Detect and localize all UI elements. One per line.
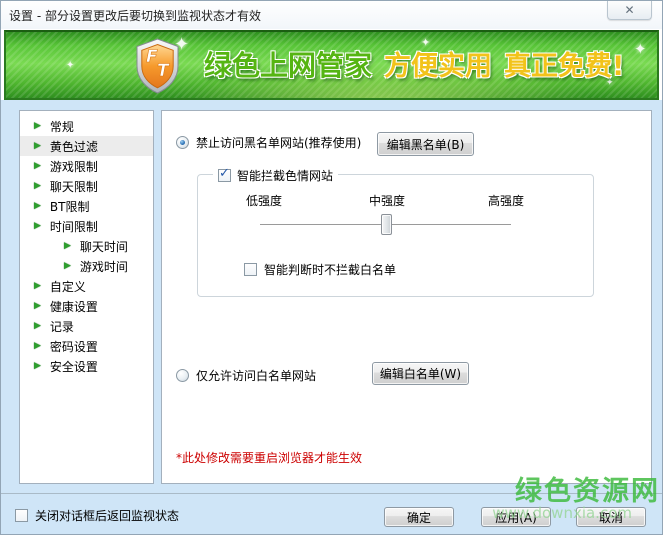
sidebar-item-health[interactable]: ▶ 健康设置: [20, 296, 153, 316]
edit-whitelist-button[interactable]: 编辑白名单(W): [372, 362, 469, 385]
sidebar-item-chat-limit[interactable]: ▶ 聊天限制: [20, 176, 153, 196]
logo-letter-t: T: [157, 61, 170, 81]
tree-arrow-icon: ▶: [34, 361, 41, 371]
tree-arrow-icon: ▶: [34, 341, 41, 351]
smart-block-groupbox: ✓ 智能拦截色情网站 低强度 中强度 高强度 智能判断时不拦截白名单: [197, 166, 594, 297]
edit-whitelist-button-label: 编辑白名单(W): [379, 367, 462, 381]
sidebar-item-label: 记录: [49, 319, 74, 334]
tree-arrow-icon: ▶: [34, 301, 41, 311]
settings-dialog: 设置 - 部分设置更改后要切换到监视状态才有效 ✕ ✦ ✦ ✦ ✦ ✦ F T …: [0, 0, 663, 535]
tree-arrow-icon: ▶: [34, 281, 41, 291]
return-monitor-checkbox-row: 关闭对话框后返回监视状态: [15, 507, 179, 524]
tree-arrow-icon: ▶: [34, 161, 41, 171]
sidebar-item-label: 聊天限制: [49, 179, 98, 194]
apply-button-label: 应用(A): [495, 510, 537, 525]
strength-mid-label: 中强度: [369, 194, 406, 208]
tree-arrow-icon: ▶: [34, 321, 41, 331]
sidebar-item-security[interactable]: ▶ 安全设置: [20, 356, 153, 376]
close-button[interactable]: ✕: [607, 1, 652, 20]
promo-banner: ✦ ✦ ✦ ✦ ✦ F T 绿色上网管家 方便实用 真正免费!: [4, 30, 659, 100]
tree-arrow-icon: ▶: [64, 261, 71, 271]
sidebar-item-chat-time[interactable]: ▶ 聊天时间: [20, 236, 153, 256]
sidebar-item-label: 健康设置: [49, 299, 98, 314]
edit-blacklist-button[interactable]: 编辑黑名单(B): [377, 132, 474, 156]
whitelist-radio-label: 仅允许访问白名单网站: [196, 369, 317, 383]
tree-arrow-icon: ▶: [34, 201, 41, 211]
smart-block-checkbox[interactable]: ✓: [218, 166, 231, 182]
blacklist-radio[interactable]: [176, 136, 189, 149]
sidebar-item-game-limit[interactable]: ▶ 游戏限制: [20, 156, 153, 176]
sidebar-item-label: BT限制: [49, 199, 90, 214]
tree-arrow-icon: ▶: [34, 141, 41, 151]
no-block-whitelist-checkbox-label: 智能判断时不拦截白名单: [264, 263, 397, 277]
content-area: ▶ 常规 ▶ 黄色过滤 ▶ 游戏限制 ▶ 聊天限制 ▶ BT限制 ▶ 时间限制: [1, 100, 662, 493]
window-title: 设置 - 部分设置更改后要切换到监视状态才有效: [9, 8, 261, 23]
cancel-button-label: 取消: [598, 510, 623, 525]
strength-high-label: 高强度: [488, 194, 525, 208]
sidebar-item-label: 黄色过滤: [49, 139, 98, 154]
tree-arrow-icon: ▶: [34, 181, 41, 191]
sidebar-item-label: 常规: [49, 119, 74, 134]
tree-arrow-icon: ▶: [64, 241, 71, 251]
sidebar-item-game-time[interactable]: ▶ 游戏时间: [20, 256, 153, 276]
sparkle-icon: ✦: [66, 60, 75, 71]
whitelist-radio-row: 仅允许访问白名单网站: [176, 367, 316, 384]
sidebar-item-label: 聊天时间: [79, 239, 128, 254]
sidebar-item-label: 密码设置: [49, 339, 98, 354]
tree-arrow-icon: ▶: [34, 221, 41, 231]
banner-tagline-2: 真正免费!: [504, 51, 625, 83]
sidebar-item-label: 游戏限制: [49, 159, 98, 174]
sidebar-item-password[interactable]: ▶ 密码设置: [20, 336, 153, 356]
cancel-button[interactable]: 取消: [576, 507, 646, 527]
check-icon: ✓: [219, 166, 230, 181]
sidebar-item-label: 安全设置: [49, 359, 98, 374]
ok-button-label: 确定: [406, 510, 431, 525]
no-block-whitelist-checkbox-row: 智能判断时不拦截白名单: [244, 261, 396, 278]
return-monitor-checkbox-label: 关闭对话框后返回监视状态: [35, 509, 180, 523]
return-monitor-checkbox[interactable]: [15, 509, 28, 522]
strength-slider-thumb[interactable]: [381, 214, 392, 235]
strength-low-label: 低强度: [246, 194, 283, 208]
sidebar-item-custom[interactable]: ▶ 自定义: [20, 276, 153, 296]
sidebar-item-general[interactable]: ▶ 常规: [20, 116, 153, 136]
smart-block-checkbox-label: 智能拦截色情网站: [237, 169, 334, 183]
sidebar-item-bt-limit[interactable]: ▶ BT限制: [20, 196, 153, 216]
smart-block-checkbox-row: ✓ 智能拦截色情网站: [213, 166, 339, 184]
sidebar-item-records[interactable]: ▶ 记录: [20, 316, 153, 336]
blacklist-radio-row: 禁止访问黑名单网站(推荐使用): [176, 134, 361, 151]
edit-blacklist-button-label: 编辑黑名单(B): [386, 137, 465, 152]
ok-button[interactable]: 确定: [384, 507, 454, 527]
banner-slogan: 绿色上网管家 方便实用 真正免费!: [204, 44, 624, 84]
apply-button[interactable]: 应用(A): [481, 507, 551, 527]
whitelist-radio[interactable]: [176, 369, 189, 382]
restart-note: *此处修改需要重启浏览器才能生效: [176, 451, 363, 465]
banner-tagline-1: 方便实用: [384, 51, 493, 83]
footer-bar: 关闭对话框后返回监视状态 确定 应用(A) 取消: [1, 493, 662, 534]
no-block-whitelist-checkbox[interactable]: [244, 263, 257, 276]
settings-nav-panel: ▶ 常规 ▶ 黄色过滤 ▶ 游戏限制 ▶ 聊天限制 ▶ BT限制 ▶ 时间限制: [19, 110, 154, 484]
sparkle-icon: ✦: [634, 40, 647, 58]
sidebar-item-time-limit[interactable]: ▶ 时间限制: [20, 216, 153, 236]
porn-filter-settings-panel: 禁止访问黑名单网站(推荐使用) 编辑黑名单(B) ✓ 智能拦截色情网站 低强度 …: [161, 110, 652, 484]
sidebar-item-label: 时间限制: [49, 219, 98, 234]
blacklist-radio-label: 禁止访问黑名单网站(推荐使用): [196, 136, 362, 150]
sidebar-item-label: 游戏时间: [79, 259, 128, 274]
sidebar-item-porn-filter[interactable]: ▶ 黄色过滤: [20, 136, 153, 156]
tree-arrow-icon: ▶: [34, 121, 41, 131]
banner-title: 绿色上网管家: [204, 49, 373, 83]
close-icon: ✕: [624, 3, 635, 17]
sidebar-item-label: 自定义: [49, 279, 86, 294]
title-bar: 设置 - 部分设置更改后要切换到监视状态才有效 ✕: [1, 1, 662, 29]
shield-logo-icon: F T: [134, 38, 181, 98]
